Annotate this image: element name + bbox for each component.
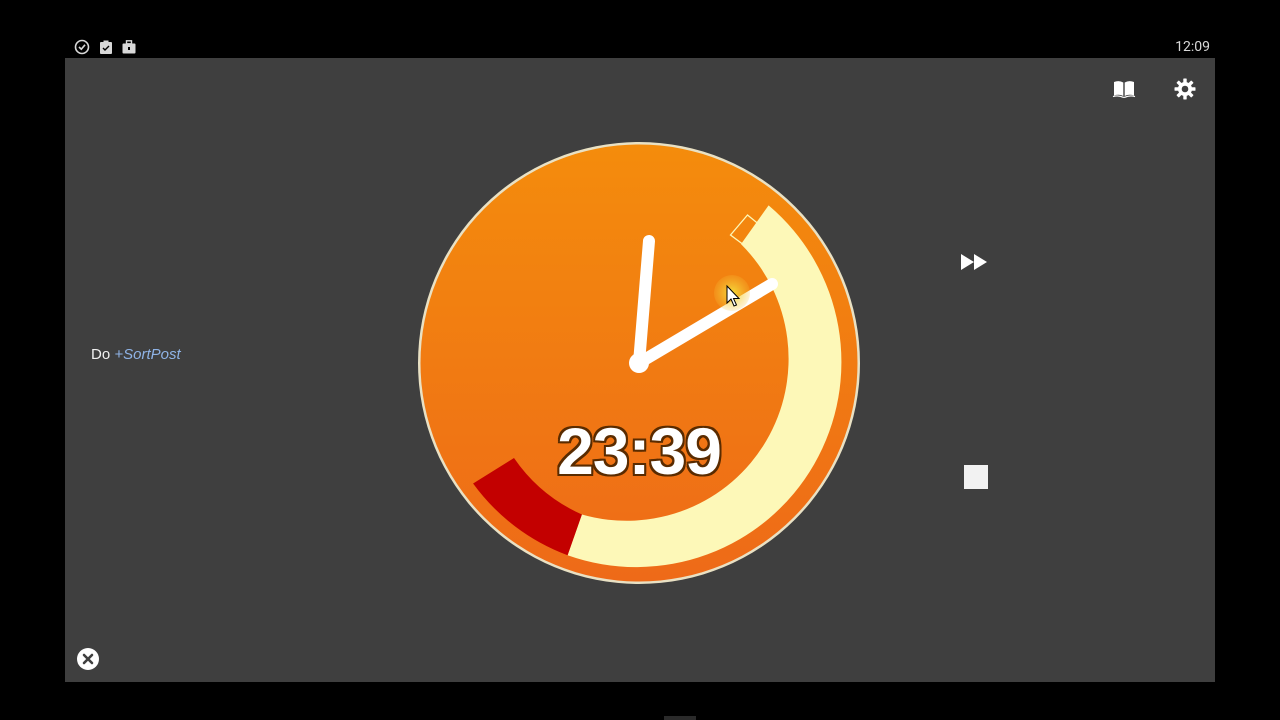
book-icon xyxy=(1112,81,1136,98)
status-time: 12:09 xyxy=(1175,39,1210,55)
task-label[interactable]: Do +SortPost xyxy=(91,346,181,363)
status-bar: 12:09 xyxy=(0,0,1280,58)
clipboard-check-icon xyxy=(100,40,112,54)
clock-notification-icon xyxy=(74,39,90,55)
stop-button[interactable] xyxy=(964,465,988,489)
fast-forward-icon xyxy=(961,254,987,270)
close-button[interactable] xyxy=(77,648,99,670)
gear-icon xyxy=(1174,78,1196,100)
clock-face xyxy=(418,142,860,584)
stop-icon xyxy=(964,465,988,489)
hand-pivot xyxy=(629,353,649,373)
pomodoro-clock[interactable]: 23:39 xyxy=(417,141,861,585)
settings-button[interactable] xyxy=(1169,73,1201,105)
nav-handle xyxy=(664,716,696,720)
instructions-button[interactable] xyxy=(1108,73,1140,105)
close-icon xyxy=(78,649,98,669)
timer-app: Do +SortPost 23:39 xyxy=(65,58,1215,682)
task-tags: +SortPost xyxy=(114,346,181,363)
timer-readout: 23:39 xyxy=(557,414,722,488)
task-prefix: Do xyxy=(91,346,111,363)
fast-forward-button[interactable] xyxy=(958,249,992,275)
briefcase-icon xyxy=(122,40,136,54)
